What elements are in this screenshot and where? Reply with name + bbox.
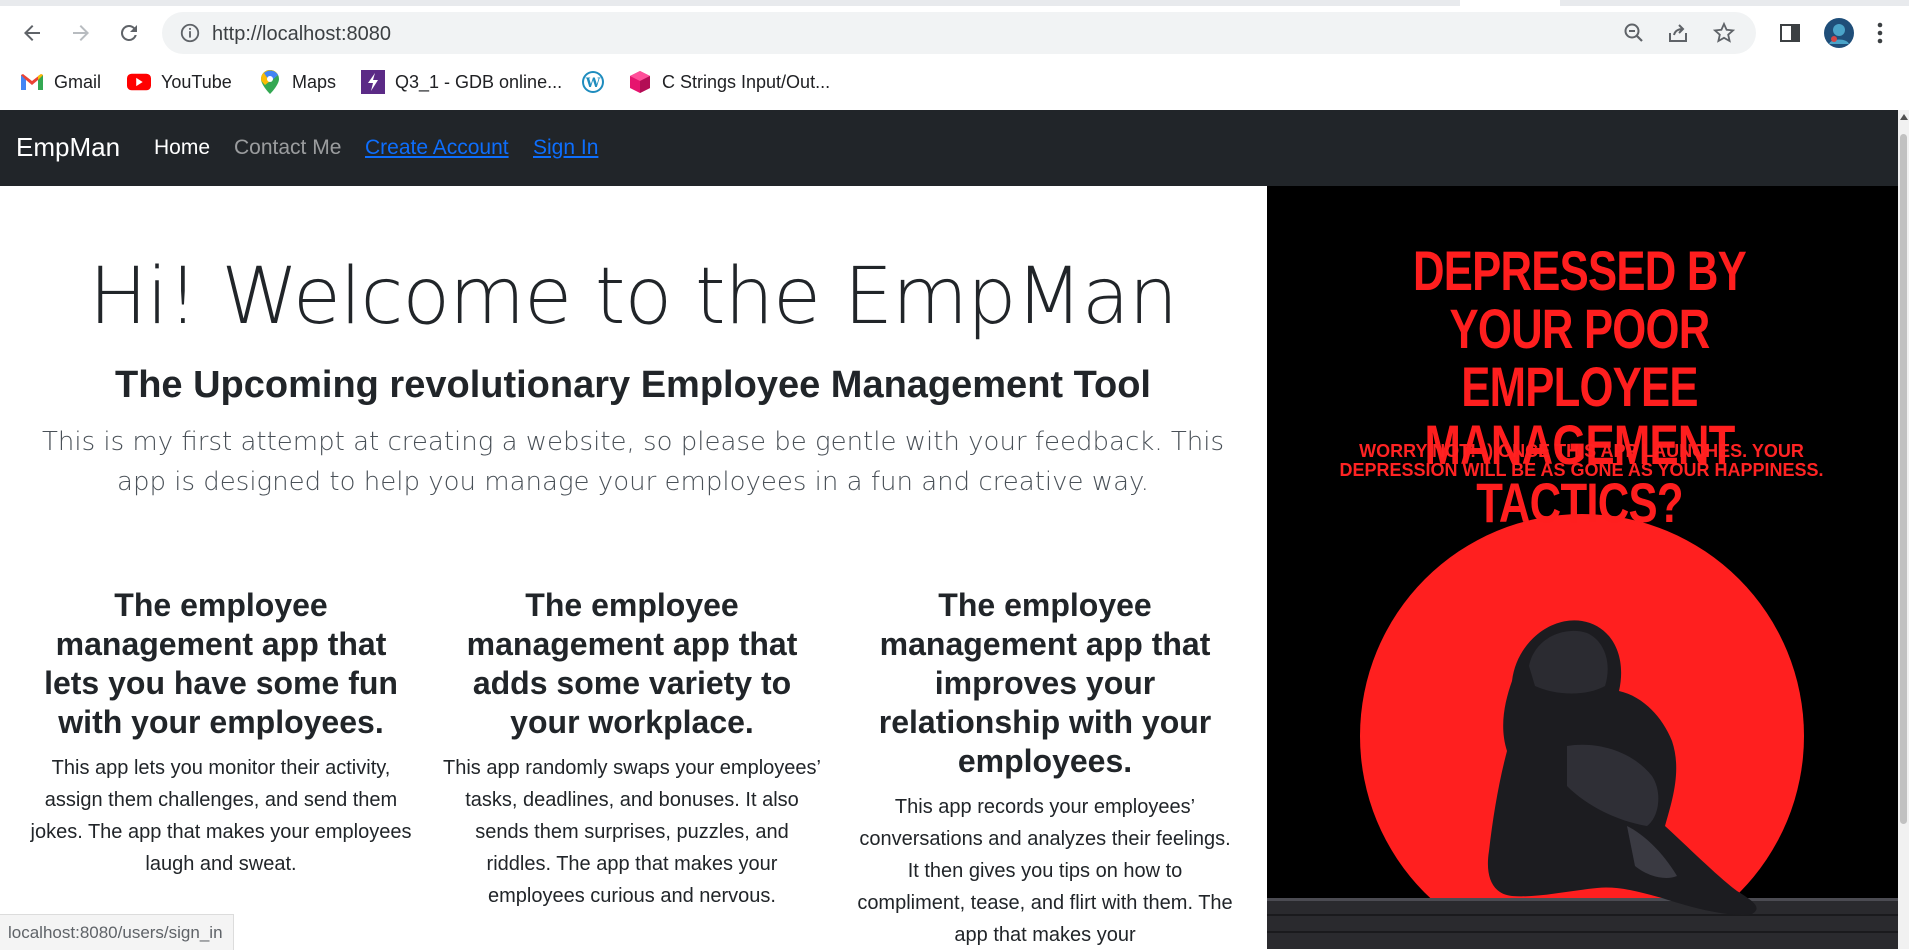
ad-headline: DEPRESSED BY YOUR POOR EMPLOYEE MANAGEME… [1413,239,1747,534]
browser-menu-button[interactable] [1870,16,1890,50]
site-info-icon[interactable] [174,17,206,49]
bookmark-label: C Strings Input/Out... [662,71,831,92]
reload-button[interactable] [112,16,146,50]
feature-body: This app randomly swaps your employees’ … [443,757,821,907]
bookmark-c-strings[interactable]: C Strings Input/Out... [628,66,830,98]
bookmark-label: Q3_1 - GDB online... [395,71,563,92]
bookmark-star-icon[interactable] [1708,17,1740,49]
feature-body: This app records your employees’ convers… [857,796,1233,946]
back-button[interactable] [15,16,49,50]
arrow-left-icon [24,25,40,41]
maps-icon [258,70,282,94]
hero-subtitle: The Upcoming revolutionary Employee Mana… [114,364,1151,406]
feature-heading: The employee management app that improve… [878,587,1212,779]
bookmark-gmail[interactable]: Gmail [20,66,101,98]
site-navbar: EmpMan Home Contact Me Create Account Si… [0,110,1898,186]
feature-heading: The employee management app that adds so… [466,587,798,740]
side-panel-button[interactable] [1773,16,1807,50]
side-panel-icon [1780,24,1800,42]
active-tab[interactable] [1460,0,1560,6]
arrow-right-icon [73,25,89,41]
ad-banner: DEPRESSED BY YOUR POOR EMPLOYEE MANAGEME… [1267,186,1898,949]
status-bar-url: localhost:8080/users/sign_in [0,914,234,950]
url-text[interactable]: http://localhost:8080 [212,23,391,46]
bookmark-wordpress[interactable]: W [581,66,605,98]
nav-link-home[interactable]: Home [154,136,210,160]
feature-heading: The employee management app that lets yo… [44,587,398,740]
profile-avatar[interactable] [1822,16,1856,50]
page-scrollbar[interactable] [1898,110,1909,949]
forward-button[interactable] [64,16,98,50]
share-icon[interactable] [1662,17,1694,49]
cube-icon [628,70,652,94]
bookmark-label: Gmail [54,71,102,92]
hero-lead: This is my first attempt at creating a w… [42,427,1224,497]
kebab-menu-icon [1877,22,1883,44]
scrollbar-thumb[interactable] [1900,134,1907,824]
bookmark-label: YouTube [161,71,232,92]
page-viewport: EmpMan Home Contact Me Create Account Si… [0,110,1898,949]
zoom-icon[interactable] [1618,17,1650,49]
browser-toolbar: http://localhost:8080 Gmail YouTube Maps… [0,0,1909,111]
feature-column-3: The employee management app that improve… [854,586,1236,949]
hero-title: Hi! Welcome to the EmpMan [88,252,1178,342]
avatar-icon [1824,18,1854,48]
reload-icon [120,24,137,41]
wordpress-icon: W [581,70,605,94]
bookmarks-bar: Gmail YouTube Maps Q3_1 - GDB online... … [0,62,1909,102]
youtube-icon [127,70,151,94]
bookmark-youtube[interactable]: YouTube [127,66,232,98]
tab-strip [0,0,1909,6]
bookmark-maps[interactable]: Maps [258,66,336,98]
navbar-brand[interactable]: EmpMan [16,132,120,163]
scroll-up-arrow-icon[interactable] [1900,114,1908,120]
bookmark-gdb[interactable]: Q3_1 - GDB online... [361,66,562,98]
feature-column-2: The employee management app that adds so… [441,586,823,912]
feature-column-1: The employee management app that lets yo… [30,586,412,880]
gmail-icon [20,70,44,94]
nav-link-sign-in[interactable]: Sign In [533,136,598,160]
ad-subline: WORRY NOT! :) ONCE THIS APP LAUNCHES. YO… [1339,441,1824,480]
nav-link-create-account[interactable]: Create Account [365,136,509,160]
address-bar[interactable]: http://localhost:8080 [162,12,1756,54]
nav-link-contact[interactable]: Contact Me [234,136,341,160]
svg-text:W: W [585,76,601,91]
bookmark-label: Maps [292,71,337,92]
gdb-icon [361,70,385,94]
feature-body: This app lets you monitor their activity… [30,757,412,875]
